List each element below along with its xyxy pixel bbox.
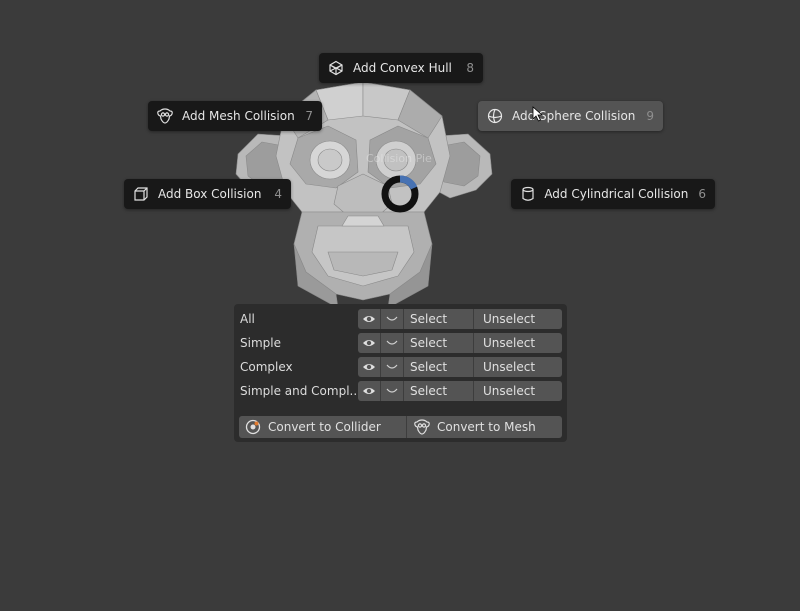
cylinder-icon [519,185,536,203]
collider-visibility-panel: All Select Unselect Simple Select Unsele… [234,304,567,442]
unselect-button[interactable]: Unselect [474,309,562,329]
eye-icon[interactable] [358,309,381,329]
convert-buttons: Convert to Collider Convert to Mesh [239,416,562,438]
pie-add-box-collision[interactable]: Add Box Collision 4 [124,179,291,209]
hide-toggle-icon[interactable] [381,333,404,353]
hide-toggle-icon[interactable] [381,381,404,401]
pie-item-label: Add Cylindrical Collision [544,187,689,201]
monkey-icon [413,418,431,436]
row-label: Simple and Compl... [240,384,361,398]
pie-item-label: Add Mesh Collision [182,109,295,123]
row-controls: Select Unselect [358,381,562,401]
hotkey-label: 4 [274,187,282,201]
collider-icon [244,418,262,436]
select-button[interactable]: Select [404,309,474,329]
unselect-button[interactable]: Unselect [474,381,562,401]
select-button[interactable]: Select [404,357,474,377]
hotkey-label: 9 [646,109,654,123]
hotkey-label: 7 [305,109,313,123]
hide-toggle-icon[interactable] [381,309,404,329]
pie-direction-ring [381,175,419,213]
pie-add-convex-hull[interactable]: Add Convex Hull 8 [319,53,483,83]
pie-add-sphere-collision[interactable]: Add Sphere Collision 9 [478,101,663,131]
row-controls: Select Unselect [358,357,562,377]
pie-menu-title: Collision Pie [366,152,432,165]
mouse-cursor-icon [532,106,544,122]
unselect-button[interactable]: Unselect [474,333,562,353]
row-controls: Select Unselect [358,333,562,353]
cube-wire-icon [327,59,345,77]
cube-icon [132,185,150,203]
pie-item-label: Add Box Collision [158,187,262,201]
collider-row-simple-and-complex: Simple and Compl... Select Unselect [234,381,567,401]
sphere-icon [486,107,504,125]
hide-toggle-icon[interactable] [381,357,404,377]
collider-row-all: All Select Unselect [234,309,567,329]
pie-add-cylindrical-collision[interactable]: Add Cylindrical Collision 6 [511,179,715,209]
select-button[interactable]: Select [404,381,474,401]
3d-viewport[interactable]: Collision Pie Add Convex Hull 8 Add Mesh… [0,0,800,611]
row-label: All [240,312,255,326]
pie-item-label: Add Sphere Collision [512,109,636,123]
collider-row-complex: Complex Select Unselect [234,357,567,377]
row-controls: Select Unselect [358,309,562,329]
monkey-icon [156,107,174,125]
hotkey-label: 8 [466,61,474,75]
convert-to-mesh-label: Convert to Mesh [437,420,536,434]
convert-to-collider-label: Convert to Collider [268,420,381,434]
hotkey-label: 6 [698,187,706,201]
row-label: Complex [240,360,293,374]
pie-add-mesh-collision[interactable]: Add Mesh Collision 7 [148,101,322,131]
eye-icon[interactable] [358,381,381,401]
select-button[interactable]: Select [404,333,474,353]
convert-to-collider-button[interactable]: Convert to Collider [239,416,407,438]
eye-icon[interactable] [358,333,381,353]
eye-icon[interactable] [358,357,381,377]
row-label: Simple [240,336,281,350]
convert-to-mesh-button[interactable]: Convert to Mesh [407,416,562,438]
pie-item-label: Add Convex Hull [353,61,452,75]
unselect-button[interactable]: Unselect [474,357,562,377]
collider-row-simple: Simple Select Unselect [234,333,567,353]
